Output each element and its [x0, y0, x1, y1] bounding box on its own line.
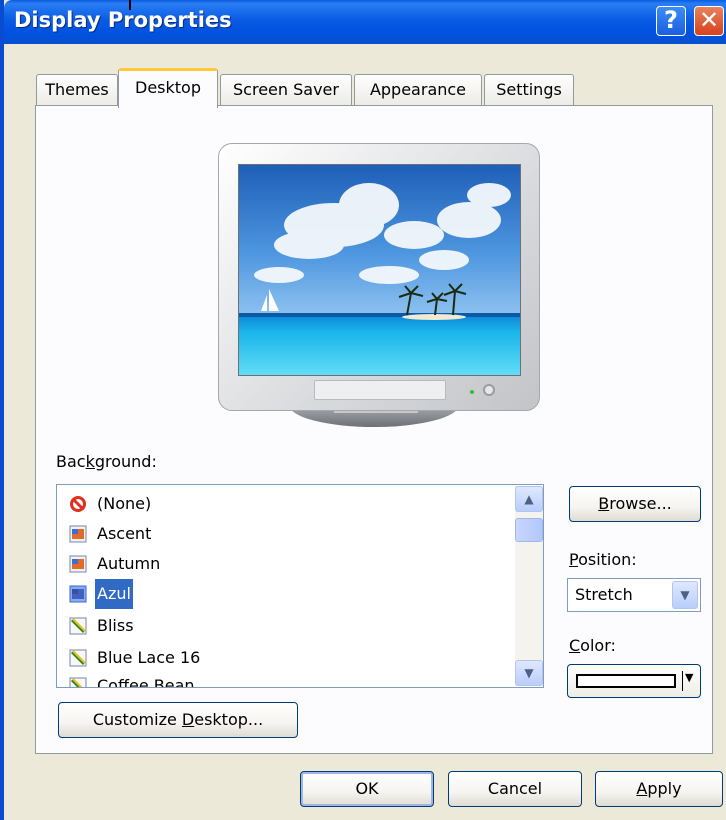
ok-button[interactable]: OK [300, 771, 434, 807]
image-file-icon [69, 585, 87, 603]
background-listbox[interactable]: (None) Ascent Autumn Azul Bliss Blue Lac… [56, 484, 544, 688]
power-led-icon [470, 390, 474, 394]
background-list-scrollbar[interactable]: ▲ ▼ [515, 486, 543, 686]
color-picker-divider [682, 671, 683, 691]
question-mark-icon: ? [664, 6, 678, 34]
none-icon [70, 496, 86, 512]
image-file-icon [69, 525, 87, 543]
tab-themes[interactable]: Themes [36, 74, 118, 106]
cancel-button[interactable]: Cancel [448, 771, 582, 807]
color-picker-button[interactable]: ▼ [567, 664, 701, 698]
customize-desktop-button[interactable]: Customize Desktop... [58, 702, 298, 738]
scroll-up-button[interactable]: ▲ [515, 486, 543, 512]
tab-desktop[interactable]: Desktop [118, 68, 218, 108]
monitor-bezel-slot [314, 380, 446, 400]
close-button[interactable]: ✕ [694, 6, 724, 36]
tab-label: Themes [45, 80, 109, 99]
dropdown-arrow-button[interactable]: ▼ [672, 581, 698, 609]
apply-button[interactable]: Apply [595, 771, 723, 807]
azul-wallpaper-image [239, 165, 520, 375]
chevron-down-icon: ▼ [524, 666, 534, 680]
help-button[interactable]: ? [656, 6, 686, 36]
tab-settings[interactable]: Settings [484, 74, 574, 106]
background-label: Background: [56, 452, 157, 471]
color-swatch [576, 674, 676, 688]
window-title: Display Properties [14, 8, 232, 32]
title-bar[interactable]: Display Properties ? ✕ [4, 0, 726, 44]
scroll-down-button[interactable]: ▼ [515, 660, 543, 686]
browse-button[interactable]: Browse... [569, 486, 701, 522]
bitmap-file-icon [69, 617, 87, 635]
scroll-thumb[interactable] [515, 518, 543, 542]
wallpaper-preview [238, 164, 521, 376]
tab-label: Screen Saver [233, 80, 339, 99]
bitmap-file-icon [69, 649, 87, 667]
monitor-preview [218, 143, 540, 411]
position-value: Stretch [575, 585, 633, 604]
color-label: Color: [569, 636, 616, 655]
chevron-up-icon: ▲ [524, 492, 534, 506]
power-button-icon [483, 384, 495, 396]
chevron-down-icon: ▼ [680, 588, 690, 602]
position-select[interactable]: Stretch ▼ [567, 578, 701, 612]
display-properties-window: Display Properties ? ✕ Themes Desktop Sc… [0, 0, 726, 820]
position-label: Position: [569, 550, 637, 569]
tab-label: Settings [496, 80, 562, 99]
tab-label: Desktop [135, 78, 201, 97]
chevron-down-icon: ▼ [685, 671, 694, 684]
tab-label: Appearance [369, 80, 467, 99]
bitmap-file-icon [69, 677, 87, 687]
title-bar-artifact [129, 0, 131, 10]
close-icon: ✕ [698, 6, 720, 34]
tab-screen-saver[interactable]: Screen Saver [220, 74, 352, 106]
image-file-icon [69, 555, 87, 573]
tab-appearance[interactable]: Appearance [354, 74, 482, 106]
